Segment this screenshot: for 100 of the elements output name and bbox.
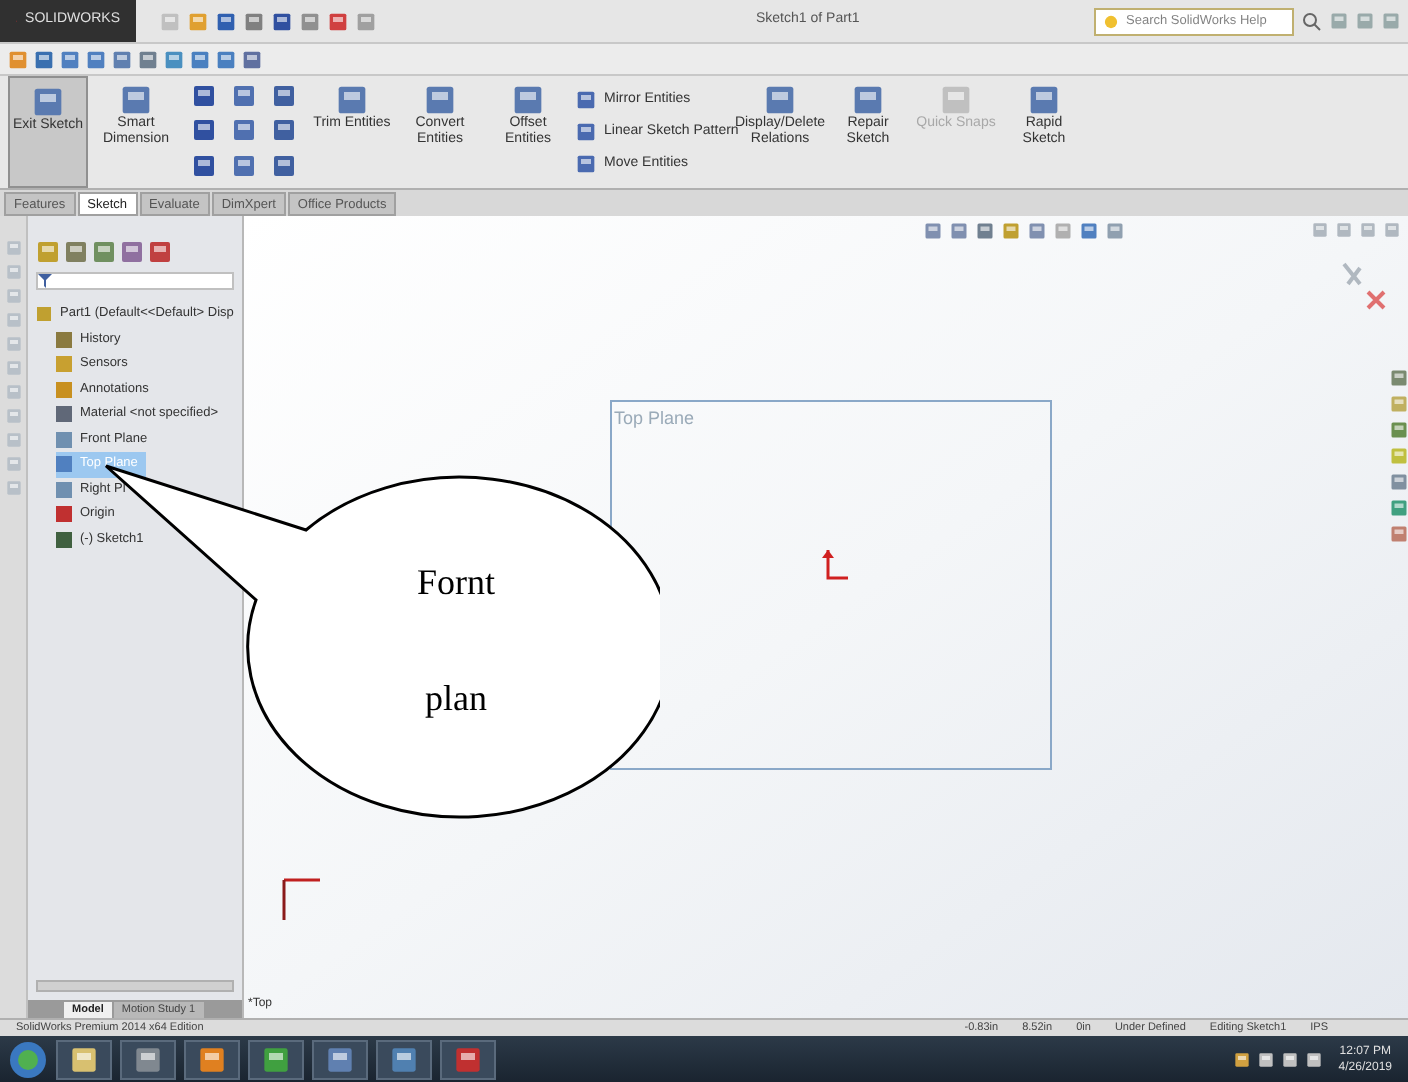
sidebar-tool-icon xyxy=(5,480,21,496)
tool-icon xyxy=(120,84,152,116)
sidebar-tool-icon xyxy=(5,360,21,376)
tray-icon xyxy=(1234,1051,1251,1067)
sidebar-tool-icon xyxy=(5,384,21,400)
taskbar-app-button[interactable] xyxy=(312,1039,368,1079)
taskbar-app-button[interactable] xyxy=(248,1039,304,1079)
manager-tab-icon xyxy=(148,240,172,264)
sketch-tool-icon xyxy=(272,118,296,143)
view-tool-icon xyxy=(138,49,158,69)
quick-access-icon xyxy=(356,11,376,31)
manager-tab-icon xyxy=(120,240,144,264)
view-tool-icon xyxy=(34,49,54,69)
view-toolbar-icon xyxy=(1002,222,1020,240)
quick-access-icon xyxy=(188,11,208,31)
quick-access-icon xyxy=(244,11,264,31)
filter-field[interactable] xyxy=(36,272,234,290)
view-tool-icon xyxy=(164,49,184,69)
plane-label: Top Plane xyxy=(614,406,695,432)
confirm-corner-icon[interactable] xyxy=(1340,260,1388,312)
sketch-tool-icon xyxy=(232,118,256,143)
window-control-icon xyxy=(1356,12,1374,30)
sketch-tool-icon xyxy=(192,118,216,143)
view-toolbar-icon xyxy=(950,222,968,240)
quick-access-icon xyxy=(272,11,292,31)
taskbar-app-button[interactable] xyxy=(120,1039,176,1079)
quick-access-icon xyxy=(216,11,236,31)
tool-icon xyxy=(336,84,368,116)
sketch-tool-icon xyxy=(272,84,296,108)
origin-icon xyxy=(822,550,850,586)
sidebar-tool-icon xyxy=(5,408,21,424)
taskbar-app-button[interactable] xyxy=(376,1039,432,1079)
tool-icon xyxy=(576,122,596,142)
window-control-icon xyxy=(1360,222,1376,238)
tool-icon xyxy=(32,86,64,118)
part-icon xyxy=(36,306,52,323)
app-icon xyxy=(390,1045,418,1073)
search-icon[interactable] xyxy=(1302,11,1322,31)
window-control-icon xyxy=(1330,12,1348,30)
sidebar-tool-icon xyxy=(5,288,21,304)
sidebar-tool-icon xyxy=(5,456,21,472)
view-toolbar-icon xyxy=(1106,222,1124,240)
sketch-tool-icon xyxy=(192,153,216,178)
tool-icon xyxy=(764,84,796,116)
window-control-icon xyxy=(1384,222,1400,238)
view-tool-icon xyxy=(112,49,132,69)
window-control-icon xyxy=(1382,12,1400,30)
taskbar-app-button[interactable] xyxy=(440,1039,496,1079)
window-control-icon xyxy=(1336,222,1352,238)
view-tool-icon xyxy=(8,49,28,69)
app-icon xyxy=(326,1045,354,1073)
view-toolbar-icon xyxy=(1028,222,1046,240)
taskbar-app-button[interactable] xyxy=(184,1039,240,1079)
app-icon xyxy=(262,1045,290,1073)
task-pane-icon xyxy=(1390,470,1408,494)
task-pane-icon xyxy=(1390,392,1408,416)
tray-icon xyxy=(1282,1051,1299,1067)
callout-text: Fornt plan xyxy=(414,560,497,722)
view-tool-icon xyxy=(190,49,210,69)
task-pane-icon xyxy=(1390,444,1408,468)
view-toolbar-icon xyxy=(924,222,942,240)
task-pane-icon xyxy=(1390,366,1408,390)
taskbar-app-button[interactable] xyxy=(56,1039,112,1079)
window-control-icon xyxy=(1312,222,1328,238)
tool-icon xyxy=(576,154,596,174)
view-toolbar-icon xyxy=(1054,222,1072,240)
task-pane-icon xyxy=(1390,418,1408,442)
app-icon xyxy=(70,1045,98,1073)
tool-icon xyxy=(576,90,596,110)
manager-tab-icon xyxy=(64,240,88,264)
sketch-tool-icon xyxy=(272,153,296,178)
view-tool-icon xyxy=(86,49,106,69)
sidebar-tool-icon xyxy=(5,432,21,448)
view-toolbar-icon xyxy=(1080,222,1098,240)
manager-tab-icon xyxy=(36,240,60,264)
filter-icon xyxy=(38,274,52,288)
tool-icon xyxy=(512,84,544,116)
sketch-tool-icon xyxy=(232,84,256,108)
horizontal-scrollbar[interactable] xyxy=(36,980,234,992)
sidebar-tool-icon xyxy=(5,240,21,256)
view-tool-icon xyxy=(60,49,80,69)
view-tool-icon xyxy=(216,49,236,69)
tray-icon xyxy=(1306,1051,1323,1067)
tray-icon xyxy=(1258,1051,1275,1067)
tool-icon xyxy=(1028,84,1060,116)
sidebar-tool-icon xyxy=(5,336,21,352)
view-toolbar-icon xyxy=(976,222,994,240)
triad-icon xyxy=(280,876,324,924)
lightbulb-icon xyxy=(1104,13,1119,29)
sidebar-tool-icon xyxy=(5,264,21,280)
tool-icon xyxy=(940,84,972,116)
app-icon xyxy=(454,1045,482,1073)
quick-access-icon xyxy=(300,11,320,31)
manager-tab-icon xyxy=(92,240,116,264)
sidebar-tool-icon xyxy=(5,312,21,328)
view-tool-icon xyxy=(242,49,262,69)
quick-access-icon xyxy=(328,11,348,31)
app-icon xyxy=(134,1045,162,1073)
start-button[interactable] xyxy=(8,1039,48,1079)
quick-access-icon xyxy=(160,11,180,31)
